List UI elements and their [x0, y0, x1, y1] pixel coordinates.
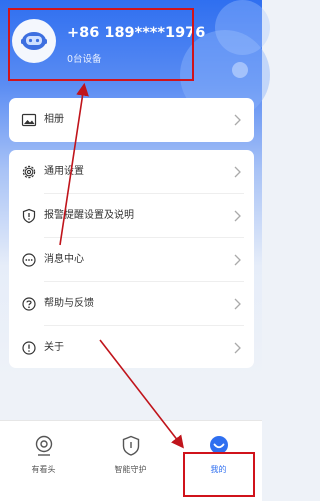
- tab-watch[interactable]: 有看头: [0, 421, 87, 501]
- shield-alert-icon: [22, 208, 36, 224]
- menu-item-message-center[interactable]: 消息中心: [9, 238, 254, 282]
- annotation-box-profile: [8, 8, 194, 81]
- tab-label: 有看头: [31, 465, 56, 474]
- shield-guard-icon: [122, 435, 140, 456]
- menu-item-alarm-settings[interactable]: 报警提醒设置及说明: [9, 194, 254, 238]
- menu-label: 消息中心: [44, 254, 84, 265]
- menu-label: 报警提醒设置及说明: [44, 210, 134, 221]
- chevron-right-icon: [234, 166, 241, 178]
- menu-label: 帮助与反馈: [44, 298, 94, 309]
- decorative-bubble: [232, 62, 248, 78]
- decorative-bubble: [215, 0, 270, 55]
- menu-item-help-feedback[interactable]: 帮助与反馈: [9, 282, 254, 326]
- chevron-right-icon: [234, 298, 241, 310]
- settings-card: 通用设置 报警提醒设置及说明 消息中心 帮助与反馈 关于: [9, 150, 254, 368]
- menu-item-general-settings[interactable]: 通用设置: [9, 150, 254, 194]
- gear-icon: [22, 165, 36, 179]
- tab-label: 智能守护: [114, 465, 147, 474]
- camera-icon: [35, 435, 53, 456]
- annotation-box-tab: [183, 452, 255, 497]
- menu-item-album[interactable]: 相册: [9, 98, 254, 142]
- help-circle-icon: [22, 297, 36, 311]
- chevron-right-icon: [234, 114, 241, 126]
- chevron-right-icon: [234, 254, 241, 266]
- chevron-right-icon: [234, 342, 241, 354]
- image-icon: [21, 113, 37, 127]
- menu-item-about[interactable]: 关于: [9, 326, 254, 370]
- info-circle-icon: [22, 341, 36, 355]
- menu-label: 通用设置: [44, 166, 84, 177]
- album-card[interactable]: 相册: [9, 98, 254, 142]
- menu-label: 关于: [44, 342, 64, 353]
- tab-smart-guard[interactable]: 智能守护: [87, 421, 174, 501]
- chevron-right-icon: [234, 210, 241, 222]
- menu-label: 相册: [44, 114, 64, 125]
- chat-dots-icon: [22, 253, 36, 267]
